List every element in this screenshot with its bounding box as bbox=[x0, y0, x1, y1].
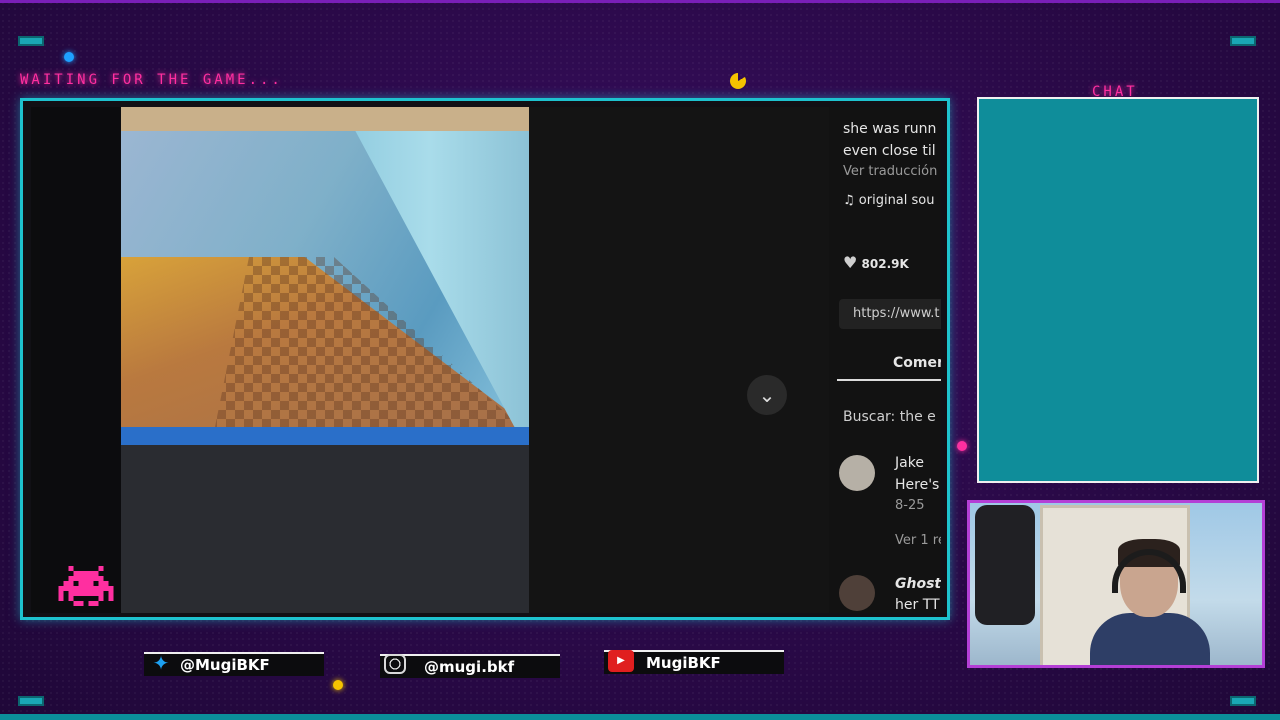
glow-dot bbox=[957, 441, 967, 451]
url-link[interactable]: https://www.t bbox=[839, 299, 941, 329]
avatar[interactable] bbox=[839, 455, 875, 491]
waiting-title: WAITING FOR THE GAME... bbox=[20, 72, 283, 88]
top-border bbox=[0, 0, 1280, 3]
webcam-person-body bbox=[1090, 613, 1210, 665]
corner-decoration bbox=[18, 36, 44, 46]
instagram-icon bbox=[384, 654, 406, 674]
pacman-icon bbox=[730, 73, 746, 89]
sound-label: original sou bbox=[858, 193, 935, 208]
corner-decoration bbox=[1230, 696, 1256, 706]
corner-decoration bbox=[1230, 36, 1256, 46]
youtube-handle-bar[interactable]: ▶ MugiBKF bbox=[604, 650, 784, 674]
bottom-border bbox=[0, 714, 1280, 720]
tab-underline bbox=[837, 379, 941, 381]
chevron-down-icon[interactable]: ⌄ bbox=[747, 375, 787, 415]
game-capture-frame: ⌄ she was runn even close til Ver traduc… bbox=[20, 98, 950, 620]
webcam-person bbox=[1090, 539, 1210, 665]
comment-author[interactable]: Ghost_ bbox=[895, 576, 941, 592]
search-suggestion[interactable]: Buscar: the e bbox=[843, 409, 936, 425]
glow-dot bbox=[64, 52, 74, 62]
video-letterbox bbox=[31, 107, 121, 613]
comment-author[interactable]: Jake bbox=[895, 455, 924, 471]
instagram-handle-bar[interactable]: @mugi.bkf bbox=[380, 654, 560, 678]
youtube-handle: MugiBKF bbox=[646, 654, 721, 672]
youtube-icon: ▶ bbox=[608, 650, 634, 672]
chat-box[interactable] bbox=[977, 97, 1259, 483]
caption-line: even close til bbox=[843, 143, 936, 159]
twitter-handle-bar[interactable]: ✦ @MugiBKF bbox=[144, 652, 324, 676]
like-row[interactable]: ♥ 802.9K bbox=[843, 253, 909, 272]
comment-date: 8-25 bbox=[895, 498, 925, 513]
video-dark-area bbox=[529, 107, 829, 613]
caption-line: she was runn bbox=[843, 121, 937, 137]
webcam-jacket bbox=[975, 505, 1035, 625]
heart-icon: ♥ bbox=[843, 253, 858, 272]
comment-text: Here's t bbox=[895, 477, 941, 493]
webcam-feed bbox=[967, 500, 1265, 668]
music-note-icon: ♫ bbox=[843, 193, 855, 208]
video-ceiling bbox=[121, 107, 529, 131]
avatar[interactable] bbox=[839, 575, 875, 611]
video-lower-area bbox=[121, 445, 529, 613]
space-invader-icon bbox=[58, 566, 114, 606]
corner-decoration bbox=[18, 696, 44, 706]
glow-dot bbox=[333, 680, 343, 690]
instagram-handle: @mugi.bkf bbox=[424, 658, 515, 676]
sound-row[interactable]: ♫ original sou bbox=[843, 193, 935, 208]
video-progress-bar[interactable] bbox=[121, 427, 529, 445]
video-side-panel: she was runn even close til Ver traducci… bbox=[829, 107, 941, 613]
comment-text: her TT bbox=[895, 597, 940, 613]
view-replies-link[interactable]: Ver 1 re bbox=[895, 533, 941, 548]
like-count: 802.9K bbox=[861, 257, 909, 271]
twitter-handle: @MugiBKF bbox=[180, 656, 270, 674]
video-player[interactable] bbox=[121, 107, 529, 613]
twitter-icon: ✦ bbox=[152, 651, 170, 675]
comments-tab[interactable]: Comen bbox=[893, 355, 941, 371]
translate-link[interactable]: Ver traducción bbox=[843, 164, 937, 179]
